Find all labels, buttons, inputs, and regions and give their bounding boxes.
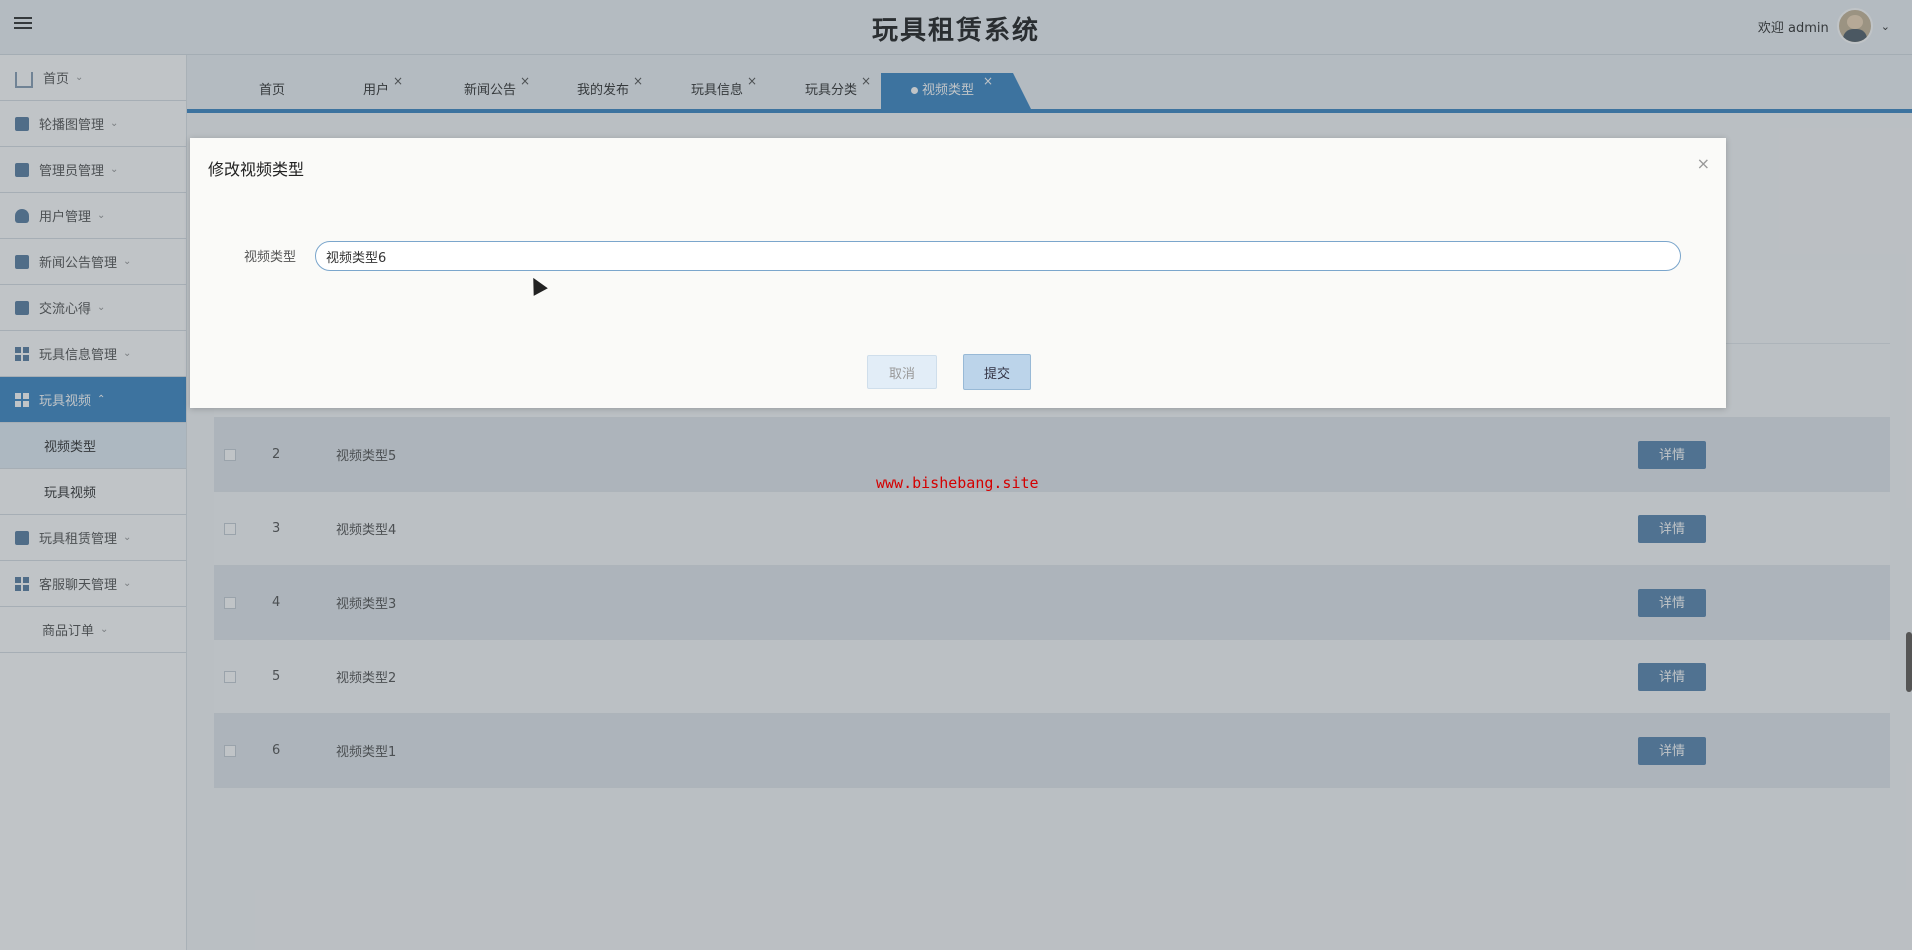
- dialog-title: 修改视频类型: [208, 160, 305, 179]
- video-type-input[interactable]: [315, 241, 1681, 271]
- video-type-label: 视频类型: [244, 250, 297, 265]
- watermark-text: www.bishebang.site: [876, 474, 1039, 492]
- edit-dialog: 修改视频类型 × 视频类型 取消 提交: [190, 138, 1726, 408]
- cancel-button[interactable]: 取消: [867, 355, 937, 389]
- scrollbar[interactable]: [1906, 632, 1912, 692]
- submit-button[interactable]: 提交: [963, 354, 1031, 390]
- close-icon[interactable]: ×: [1697, 154, 1710, 173]
